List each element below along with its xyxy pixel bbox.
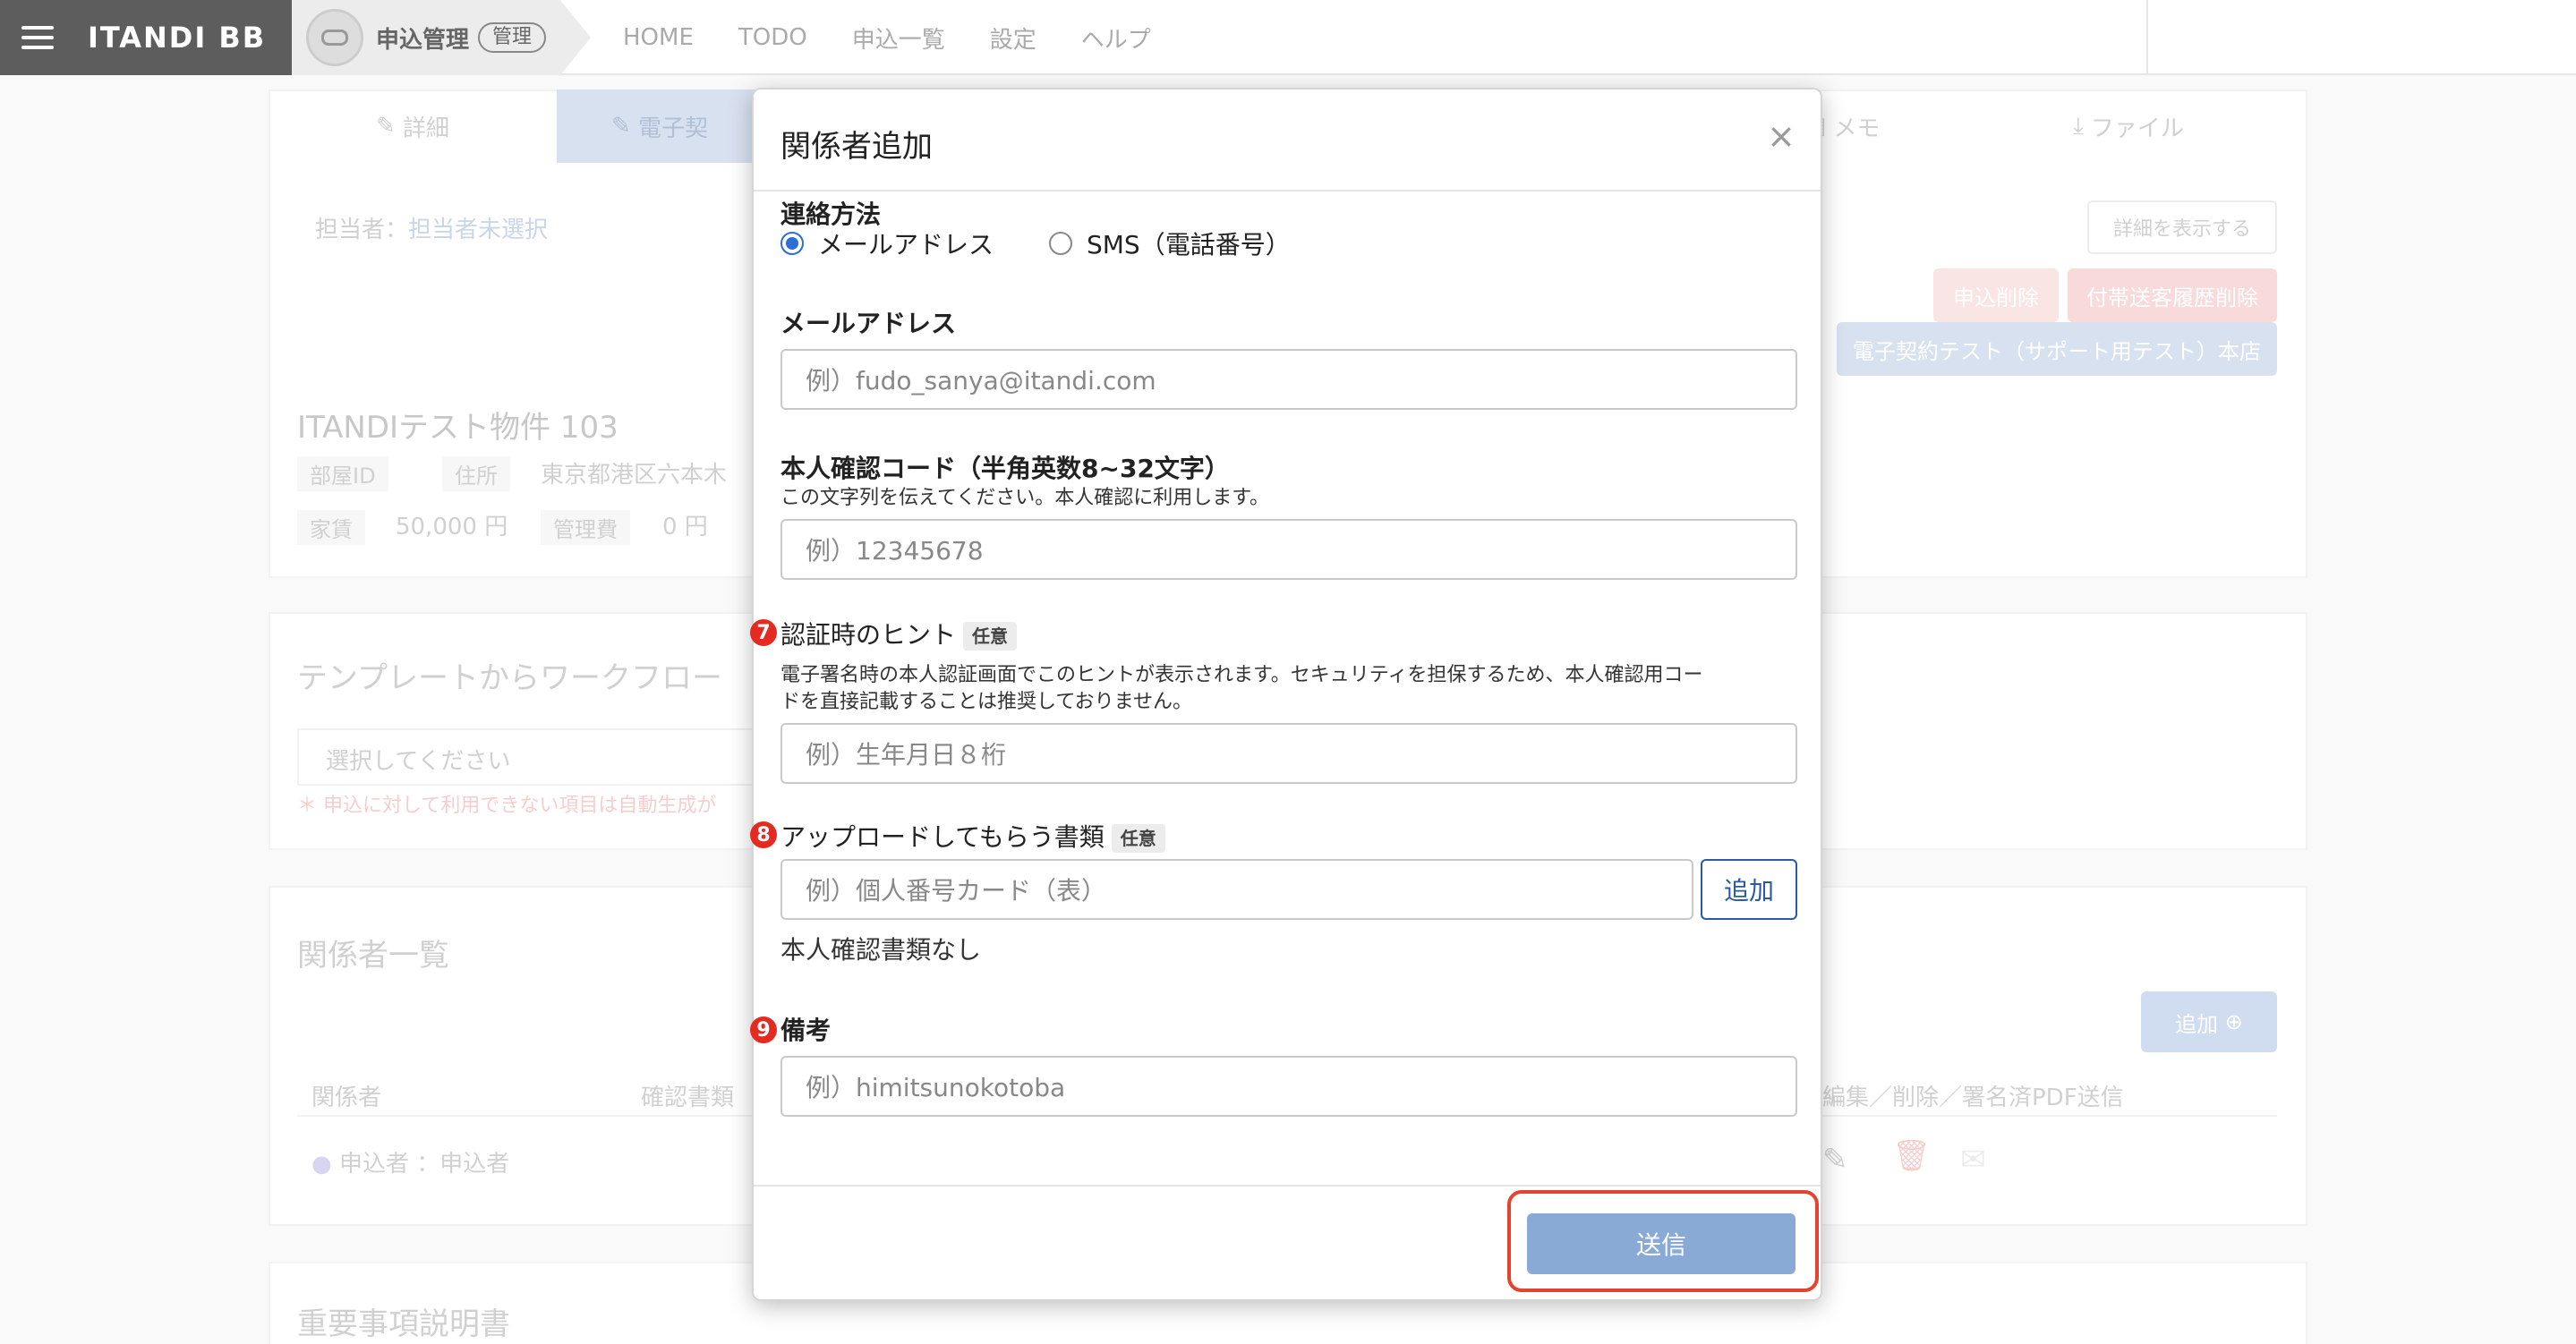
- upload-none-text: 本人確認書類なし: [780, 935, 982, 965]
- radio-sms-label: SMS（電話番号）: [1087, 230, 1291, 259]
- radio-email-label: メールアドレス: [818, 230, 994, 259]
- radio-email[interactable]: メールアドレス: [780, 225, 994, 261]
- step-badge-8: 8: [750, 821, 777, 848]
- nav-home[interactable]: HOME: [623, 24, 694, 51]
- top-navbar: ITANDI BB 申込管理 管理 HOME TODO 申込一覧 設定 ヘルプ: [0, 0, 2576, 75]
- hint-label: 認証時のヒント: [780, 620, 957, 650]
- email-label: メールアドレス: [780, 309, 957, 338]
- code-help: この文字列を伝えてください。本人確認に利用します。: [780, 487, 1270, 509]
- submit-highlight-annotation: [1507, 1190, 1819, 1292]
- main-nav: HOME TODO 申込一覧 設定 ヘルプ: [623, 0, 1196, 75]
- modal-header: 関係者追加 ×: [754, 89, 1821, 191]
- avatar: [306, 9, 363, 66]
- brand-logo[interactable]: ITANDI BB: [88, 21, 266, 55]
- app-selector[interactable]: 申込管理 管理: [292, 0, 591, 75]
- note-label: 備考: [780, 1016, 832, 1045]
- radio-email-button[interactable]: [780, 232, 804, 255]
- hint-input[interactable]: 例）生年月日８桁: [780, 723, 1797, 784]
- nav-applications[interactable]: 申込一覧: [852, 21, 945, 55]
- nav-todo[interactable]: TODO: [738, 24, 807, 51]
- step-badge-7: 7: [750, 619, 777, 646]
- radio-sms-button[interactable]: [1049, 232, 1072, 255]
- email-input[interactable]: 例）fudo_sanya@itandi.com: [780, 349, 1797, 410]
- brand-area: ITANDI BB: [0, 0, 292, 75]
- nav-help[interactable]: ヘルプ: [1081, 21, 1151, 55]
- close-icon[interactable]: ×: [1767, 116, 1796, 156]
- upload-optional-tag: 任意: [1111, 824, 1165, 853]
- hint-help: 電子署名時の本人認証画面でこのヒントが表示されます。セキュリティを担保するため、…: [780, 664, 1703, 713]
- app-name: 申込管理: [376, 26, 470, 54]
- hamburger-menu-icon[interactable]: [21, 20, 54, 55]
- modal-footer-divider: [754, 1185, 1821, 1187]
- code-input[interactable]: 例）12345678: [780, 519, 1797, 580]
- add-party-modal: 関係者追加 × 連絡方法 メールアドレス SMS（電話番号） メールアドレス 例…: [750, 88, 1822, 1301]
- modal-title: 関係者追加: [780, 129, 933, 165]
- hint-optional-tag: 任意: [963, 622, 1018, 651]
- upload-doc-input[interactable]: 例）個人番号カード（表）: [780, 859, 1693, 920]
- upload-add-button[interactable]: 追加: [1701, 859, 1797, 920]
- code-label: 本人確認コード（半角英数8~32文字）: [780, 454, 1230, 483]
- nav-settings[interactable]: 設定: [990, 21, 1036, 55]
- nav-divider: [2146, 0, 2148, 75]
- upload-label: アップロードしてもらう書類: [780, 822, 1105, 852]
- step-badge-9: 9: [750, 1017, 777, 1043]
- radio-sms[interactable]: SMS（電話番号）: [1049, 225, 1291, 261]
- upload-label-row: アップロードしてもらう書類 任意: [780, 818, 1165, 854]
- app-role-badge: 管理: [478, 22, 547, 53]
- note-input[interactable]: 例）himitsunokotoba: [780, 1056, 1797, 1117]
- hint-label-row: 認証時のヒント 任意: [780, 616, 1018, 651]
